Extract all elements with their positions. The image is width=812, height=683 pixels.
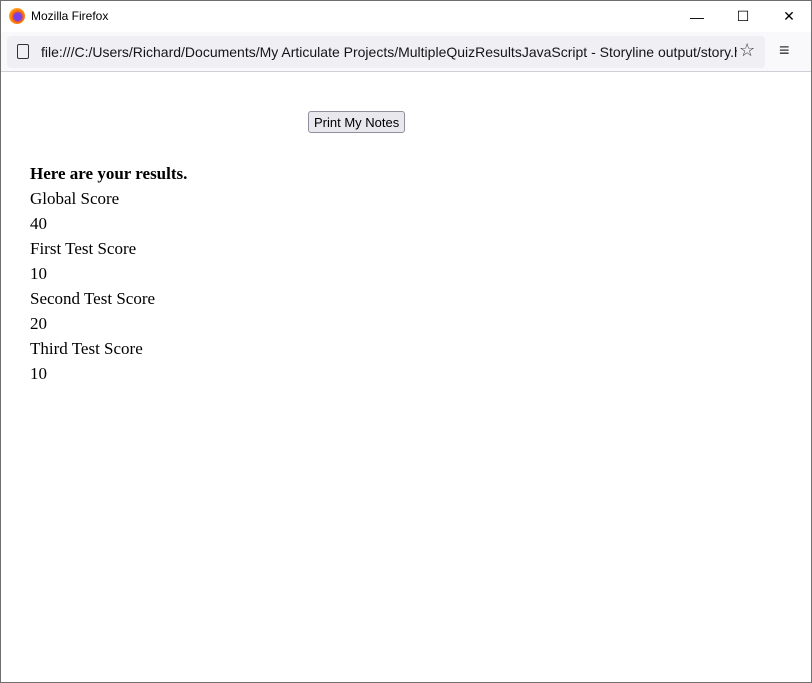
score-label: Second Test Score [30,289,156,308]
hamburger-menu-icon[interactable]: ≡ [779,40,790,61]
score-value: 10 [30,364,47,383]
score-value: 40 [30,214,47,233]
window-title: Mozilla Firefox [31,9,109,23]
maximize-button[interactable]: ☐ [720,1,766,32]
score-label: Third Test Score [30,339,143,358]
results-section: Here are your results. Global Score 40 F… [30,161,187,386]
bookmark-star-icon[interactable]: ☆ [739,40,755,61]
minimize-button[interactable]: — [674,1,720,32]
nav-bar: file:///C:/Users/Richard/Documents/My Ar… [1,32,811,72]
score-label: First Test Score [30,239,137,258]
score-label: Global Score [30,189,120,208]
url-text[interactable]: file:///C:/Users/Richard/Documents/My Ar… [41,44,737,60]
score-value: 10 [30,264,47,283]
page-content: Print My Notes Here are your results. Gl… [1,73,811,681]
browser-window: Mozilla Firefox — ☐ ✕ file:///C:/Users/R… [0,0,812,683]
page-icon [17,44,29,59]
title-bar: Mozilla Firefox — ☐ ✕ [1,1,811,32]
print-my-notes-button[interactable]: Print My Notes [308,111,406,133]
url-bar[interactable]: file:///C:/Users/Richard/Documents/My Ar… [7,36,765,68]
score-value: 20 [30,314,47,333]
firefox-icon [9,8,25,24]
close-button[interactable]: ✕ [766,1,812,32]
results-heading: Here are your results. [30,164,188,183]
